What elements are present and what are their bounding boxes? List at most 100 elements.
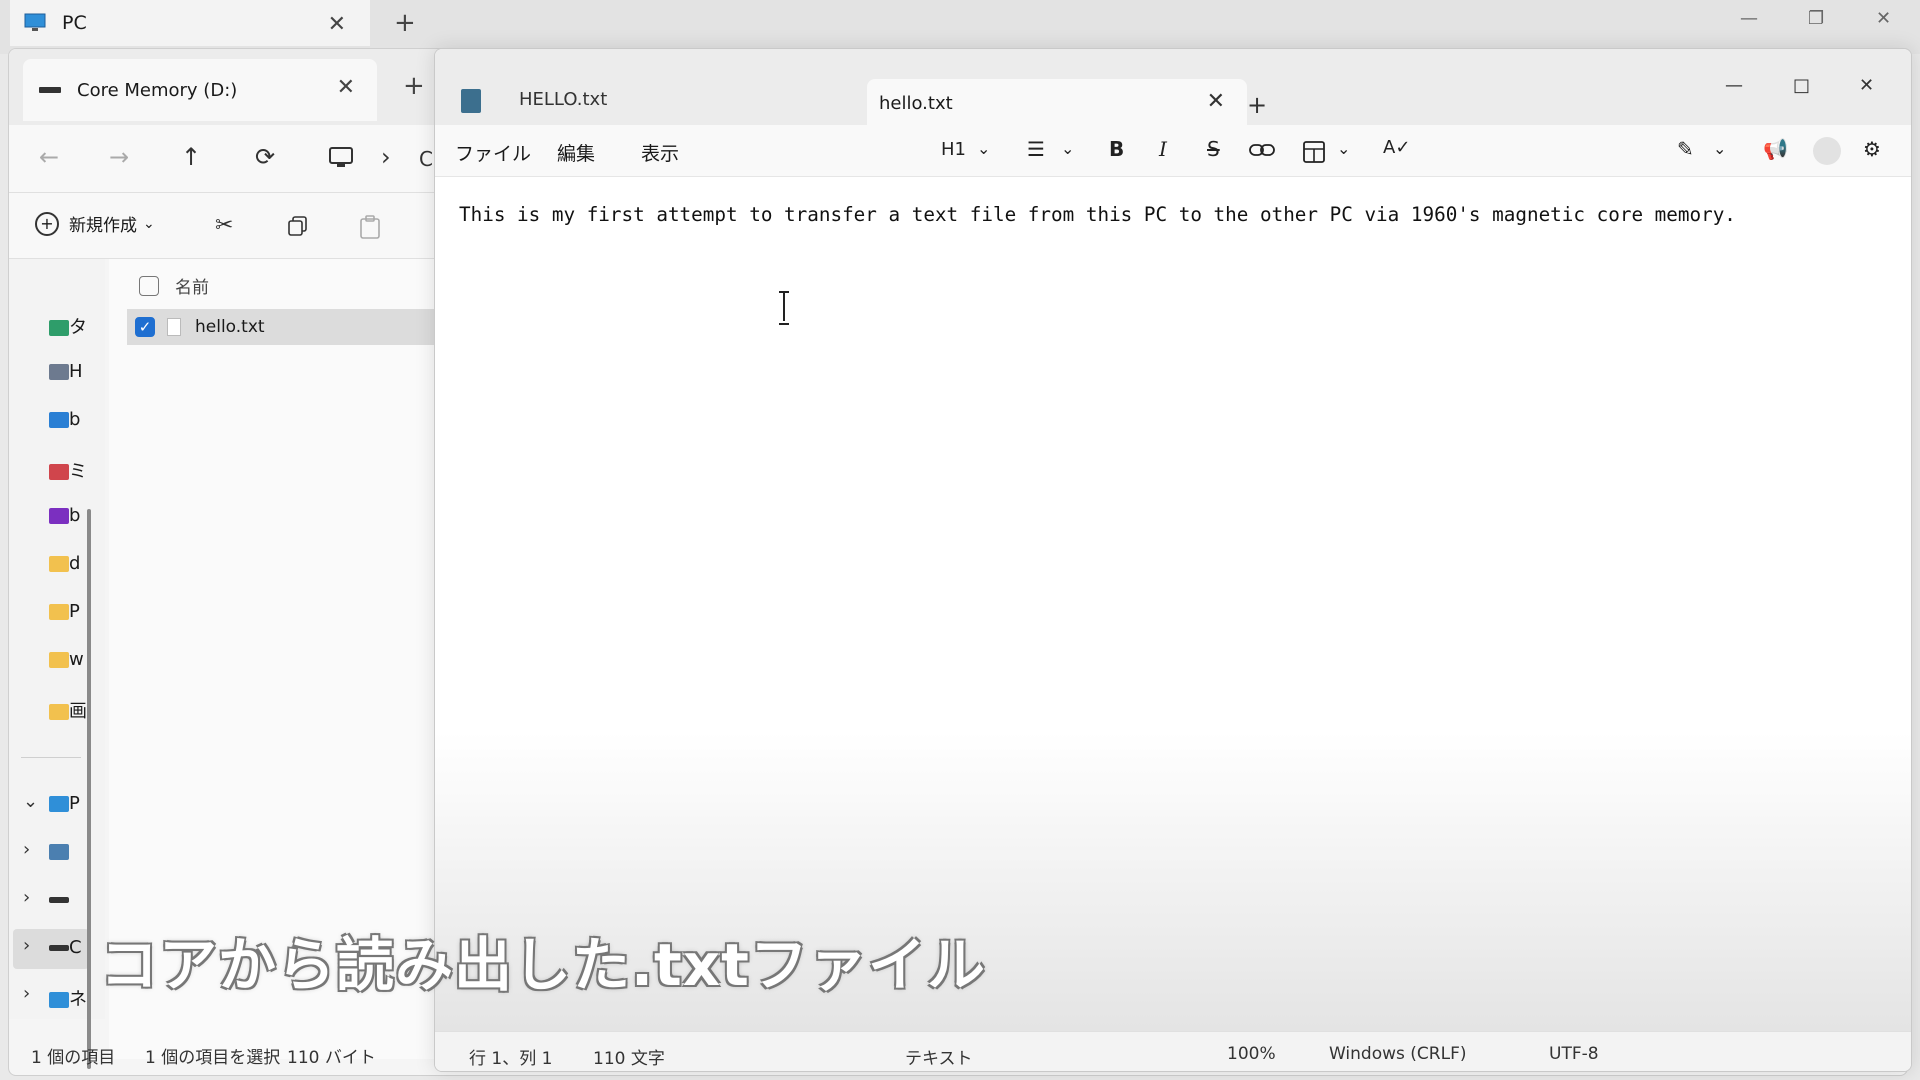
sidebar-item-p[interactable]: P	[49, 601, 89, 625]
sidebar-item-videos[interactable]: b	[49, 505, 89, 529]
settings-gear-icon[interactable]: ⚙	[1863, 137, 1881, 161]
maximize-button[interactable]: □	[1793, 75, 1810, 96]
breadcrumb-partial[interactable]: C	[419, 147, 433, 171]
account-avatar-icon[interactable]	[1813, 137, 1841, 165]
bold-button[interactable]: B	[1109, 137, 1124, 161]
row-checkbox[interactable]: ✓	[135, 317, 155, 337]
close-window-button[interactable]: ✕	[1859, 75, 1874, 96]
new-tab-button[interactable]: +	[1247, 91, 1267, 119]
column-header-name[interactable]: 名前	[139, 273, 209, 298]
copy-icon[interactable]	[287, 215, 309, 237]
text-editor[interactable]: This is my first attempt to transfer a t…	[435, 177, 1911, 1031]
scrollbar[interactable]	[87, 509, 91, 1069]
chevron-down-icon[interactable]: ⌄	[1337, 139, 1350, 158]
close-tab-icon[interactable]: ✕	[1207, 89, 1225, 114]
sidebar-item-label: C	[69, 937, 82, 958]
sidebar-item-label: b	[69, 505, 81, 526]
refresh-button[interactable]: ⟳	[255, 143, 275, 171]
notepad-status-bar: 行 1、列 1 110 文字 テキスト 100% Windows (CRLF) …	[435, 1031, 1911, 1071]
breadcrumb-chevron-icon: ›	[381, 143, 391, 171]
list-icon[interactable]: ☰	[1027, 137, 1045, 161]
link-icon[interactable]	[1249, 143, 1275, 157]
item-count: 1 個の項目	[31, 1048, 116, 1068]
italic-button[interactable]: I	[1159, 137, 1167, 161]
drive-icon	[39, 87, 61, 93]
spellcheck-icon[interactable]: A✓	[1383, 137, 1410, 158]
selected-count: 1 個の項目を選択	[145, 1048, 281, 1068]
tree-item-drive[interactable]	[49, 889, 89, 913]
monitor-icon	[49, 796, 69, 812]
sidebar-item-pictures[interactable]: b	[49, 409, 89, 433]
tree-item-network-drive[interactable]	[49, 841, 89, 865]
menu-edit[interactable]: 編集	[557, 139, 595, 166]
zoom-level[interactable]: 100%	[1227, 1044, 1276, 1064]
chevron-right-icon[interactable]: ›	[23, 887, 30, 908]
chevron-down-icon[interactable]: ⌄	[1713, 139, 1726, 158]
tab-pc[interactable]: PC ✕	[10, 0, 370, 46]
tab-hello-lower[interactable]: hello.txt ✕	[867, 79, 1247, 129]
column-name-label: 名前	[175, 278, 209, 298]
network-drive-icon	[49, 844, 69, 860]
sidebar-item-label: ミ	[69, 461, 87, 482]
sidebar-item-label: 画	[69, 701, 87, 722]
sidebar-item-label: P	[69, 601, 80, 622]
close-window-button[interactable]: ✕	[1876, 8, 1891, 29]
sidebar-item-label: ネ	[69, 989, 87, 1010]
encoding[interactable]: UTF-8	[1549, 1044, 1599, 1064]
sidebar-item-music[interactable]: ミ	[49, 457, 89, 482]
chevron-right-icon[interactable]: ›	[23, 983, 30, 1004]
notepad-tab-strip: HELLO.txt hello.txt ✕ + — □ ✕	[435, 49, 1911, 129]
tab-label: PC	[62, 12, 87, 34]
notepad-toolbar: ファイル 編集 表示 H1 ⌄ ☰ ⌄ B I S ⌄ A✓ ✎ ⌄ 📢 ⚙	[435, 125, 1911, 177]
tree-item-pc[interactable]: P	[49, 793, 89, 817]
sidebar-item-h[interactable]: H	[49, 361, 89, 385]
new-tab-button[interactable]: +	[394, 8, 416, 38]
up-button[interactable]: ↑	[181, 143, 201, 171]
minimize-button[interactable]: —	[1725, 75, 1743, 96]
select-all-checkbox[interactable]	[139, 275, 159, 296]
sidebar-item-images[interactable]: 画	[49, 697, 89, 722]
sidebar-item-d[interactable]: d	[49, 553, 89, 577]
monitor-icon[interactable]	[329, 147, 353, 169]
new-tab-button[interactable]: +	[403, 71, 425, 101]
monitor-icon	[24, 13, 46, 31]
restore-button[interactable]: ❐	[1808, 8, 1824, 29]
sidebar-item-w[interactable]: w	[49, 649, 89, 673]
text-file-icon	[167, 318, 181, 336]
tree-item-network[interactable]: ネ	[49, 985, 89, 1010]
back-button[interactable]: ←	[39, 143, 59, 171]
line-ending[interactable]: Windows (CRLF)	[1329, 1044, 1467, 1064]
drive-icon	[49, 945, 69, 951]
minimize-button[interactable]: —	[1740, 8, 1758, 29]
close-tab-icon[interactable]: ✕	[337, 75, 355, 100]
sidebar-item-label: H	[69, 361, 83, 382]
new-button[interactable]: + 新規作成 ⌄	[35, 211, 155, 236]
sidebar-item-downloads[interactable]: タ	[49, 313, 89, 338]
close-tab-icon[interactable]: ✕	[328, 12, 346, 37]
heading-dropdown[interactable]: H1	[941, 139, 966, 160]
chevron-down-icon[interactable]: ⌄	[23, 791, 38, 812]
sidebar-item-label: b	[69, 409, 81, 430]
tab-core-memory[interactable]: Core Memory (D:) ✕	[23, 59, 377, 121]
document-text[interactable]: This is my first attempt to transfer a t…	[459, 203, 1736, 226]
chevron-right-icon[interactable]: ›	[23, 935, 30, 956]
strikethrough-button[interactable]: S	[1207, 137, 1220, 161]
outer-tab-strip: PC ✕ + — ❐ ✕	[0, 0, 1920, 54]
chevron-down-icon[interactable]: ⌄	[1061, 139, 1074, 158]
paste-icon[interactable]	[359, 215, 381, 239]
cut-icon[interactable]: ✂	[215, 213, 233, 238]
format-indicator[interactable]: テキスト	[905, 1044, 973, 1069]
menu-file[interactable]: ファイル	[455, 139, 531, 166]
file-row[interactable]: ✓ hello.txt	[127, 309, 447, 345]
network-icon	[49, 992, 69, 1008]
chevron-right-icon[interactable]: ›	[23, 839, 30, 860]
copilot-rewrite-icon[interactable]: ✎	[1677, 137, 1694, 161]
tree-item-core-memory[interactable]: C	[49, 937, 89, 961]
tab-hello-upper[interactable]: HELLO.txt	[519, 89, 607, 110]
megaphone-icon[interactable]: 📢	[1763, 137, 1788, 161]
chevron-down-icon[interactable]: ⌄	[977, 139, 990, 158]
forward-button[interactable]: →	[109, 143, 129, 171]
table-icon[interactable]	[1303, 141, 1325, 163]
video-subtitle: コアから読み出した.txtファイル	[100, 931, 986, 999]
menu-view[interactable]: 表示	[641, 139, 679, 166]
